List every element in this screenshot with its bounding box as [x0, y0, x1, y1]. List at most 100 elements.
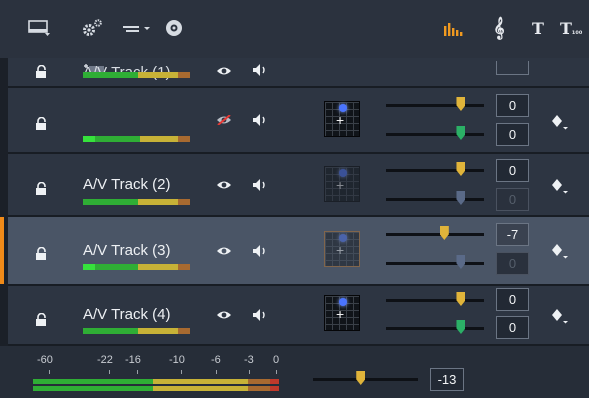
pan-center-cross: +: [336, 112, 345, 128]
balance-value[interactable]: 0: [496, 316, 529, 339]
timeline-toolbar: 𝄞 T T ₁₀₀: [0, 0, 589, 58]
slider-knob[interactable]: [456, 126, 466, 140]
master-meter-right: [33, 386, 279, 391]
lock-icon[interactable]: [35, 313, 49, 326]
balance-slider[interactable]: [386, 255, 484, 269]
pan-center-cross: +: [336, 242, 345, 258]
track-row-4[interactable]: A/V Track (3) + -7 0: [0, 217, 589, 286]
visibility-eye-icon[interactable]: [216, 246, 232, 256]
balance-slider[interactable]: [386, 320, 484, 334]
lock-icon[interactable]: [35, 182, 49, 195]
speaker-icon[interactable]: [252, 308, 268, 322]
track-row-1[interactable]: A/V Track (1): [8, 58, 589, 88]
panner-grid[interactable]: +: [324, 101, 360, 137]
panner-grid[interactable]: +: [324, 166, 360, 202]
volume-value[interactable]: 0: [496, 159, 529, 182]
visibility-eye-icon[interactable]: [216, 66, 232, 76]
slider-knob[interactable]: [439, 226, 449, 240]
disc-icon[interactable]: [164, 18, 184, 38]
track-list-icon[interactable]: [28, 18, 50, 38]
pan-position[interactable]: [339, 104, 347, 112]
speaker-icon[interactable]: [252, 178, 268, 192]
pan-position[interactable]: [339, 298, 347, 306]
track-name: A/V Track (2): [83, 176, 171, 193]
audio-mixer-icon[interactable]: [442, 18, 464, 38]
keyframe-icon[interactable]: [551, 243, 569, 259]
scale-tick: [216, 370, 217, 374]
master-volume-value[interactable]: -13: [430, 368, 464, 391]
scale-label: -60: [37, 354, 53, 366]
track-audio-meter: [83, 199, 190, 205]
music-clef-icon[interactable]: 𝄞: [490, 17, 508, 39]
volume-slider[interactable]: [386, 97, 484, 111]
speaker-icon[interactable]: [252, 244, 268, 258]
scale-label: -16: [125, 354, 141, 366]
visibility-off-icon[interactable]: [216, 115, 232, 125]
master-volume-slider[interactable]: [313, 371, 418, 385]
pan-center-cross: +: [336, 177, 345, 193]
balance-slider[interactable]: [386, 126, 484, 140]
slider-knob[interactable]: [456, 97, 466, 111]
slider-knob[interactable]: [456, 162, 466, 176]
lock-icon[interactable]: [35, 117, 49, 130]
volume-value[interactable]: 0: [496, 288, 529, 311]
scale-label: -10: [169, 354, 185, 366]
scale-tick: [49, 370, 50, 374]
balance-value[interactable]: 0: [496, 188, 529, 211]
slider-knob[interactable]: [456, 255, 466, 269]
speaker-icon[interactable]: [252, 63, 268, 77]
settings-gear-icon[interactable]: [81, 18, 103, 38]
master-level-panel: -60 -22 -16 -10 -6 -3 0 -13: [0, 346, 589, 398]
panner-grid[interactable]: +: [324, 231, 360, 267]
scale-tick: [137, 370, 138, 374]
track-row-5[interactable]: A/V Track (4) + 0 0: [8, 286, 589, 346]
slider-knob[interactable]: [356, 371, 366, 385]
slider-knob[interactable]: [456, 292, 466, 306]
volume-slider[interactable]: [386, 292, 484, 306]
value-box-top[interactable]: [496, 61, 529, 75]
volume-slider[interactable]: [386, 226, 484, 240]
pan-position[interactable]: [339, 169, 347, 177]
balance-slider[interactable]: [386, 191, 484, 205]
lock-icon[interactable]: [35, 65, 49, 78]
subtitle-sub: ₁₀₀: [571, 26, 583, 36]
track-name: A/V Track (4): [83, 306, 171, 323]
visibility-eye-icon[interactable]: [216, 310, 232, 320]
balance-value[interactable]: 0: [496, 252, 529, 275]
pan-position[interactable]: [339, 234, 347, 242]
title-icon[interactable]: T: [531, 18, 545, 38]
track-audio-meter: [83, 136, 190, 142]
scale-label: -6: [211, 354, 221, 366]
track-audio-meter: [83, 72, 190, 78]
scale-label: -3: [244, 354, 254, 366]
master-meter-left: [33, 379, 279, 384]
pan-center-cross: +: [336, 306, 345, 322]
track-audio-meter: [83, 328, 190, 334]
keyframe-icon[interactable]: [551, 114, 569, 130]
subtitle-icon[interactable]: T ₁₀₀: [560, 18, 586, 38]
lock-icon[interactable]: [35, 247, 49, 260]
track-height-icon[interactable]: [122, 18, 152, 38]
clef-glyph: 𝄞: [493, 17, 505, 39]
scale-tick: [109, 370, 110, 374]
scale-tick: [249, 370, 250, 374]
keyframe-icon[interactable]: [551, 178, 569, 194]
speaker-icon[interactable]: [252, 113, 268, 127]
panner-grid[interactable]: +: [324, 295, 360, 331]
keyframe-icon[interactable]: [551, 308, 569, 324]
track-row-2[interactable]: + 0 0: [8, 88, 589, 154]
slider-knob[interactable]: [456, 320, 466, 334]
volume-value[interactable]: 0: [496, 94, 529, 117]
track-row-3[interactable]: A/V Track (2) + 0 0: [8, 154, 589, 217]
slider-knob[interactable]: [456, 191, 466, 205]
scale-label: 0: [273, 354, 280, 366]
visibility-eye-icon[interactable]: [216, 180, 232, 190]
scale-tick: [276, 370, 277, 374]
title-glyph: T: [532, 18, 544, 38]
balance-value[interactable]: 0: [496, 123, 529, 146]
volume-slider[interactable]: [386, 162, 484, 176]
scale-tick: [181, 370, 182, 374]
subtitle-glyph: T: [560, 18, 572, 38]
volume-value[interactable]: -7: [496, 223, 529, 246]
selection-marker: [0, 217, 4, 284]
